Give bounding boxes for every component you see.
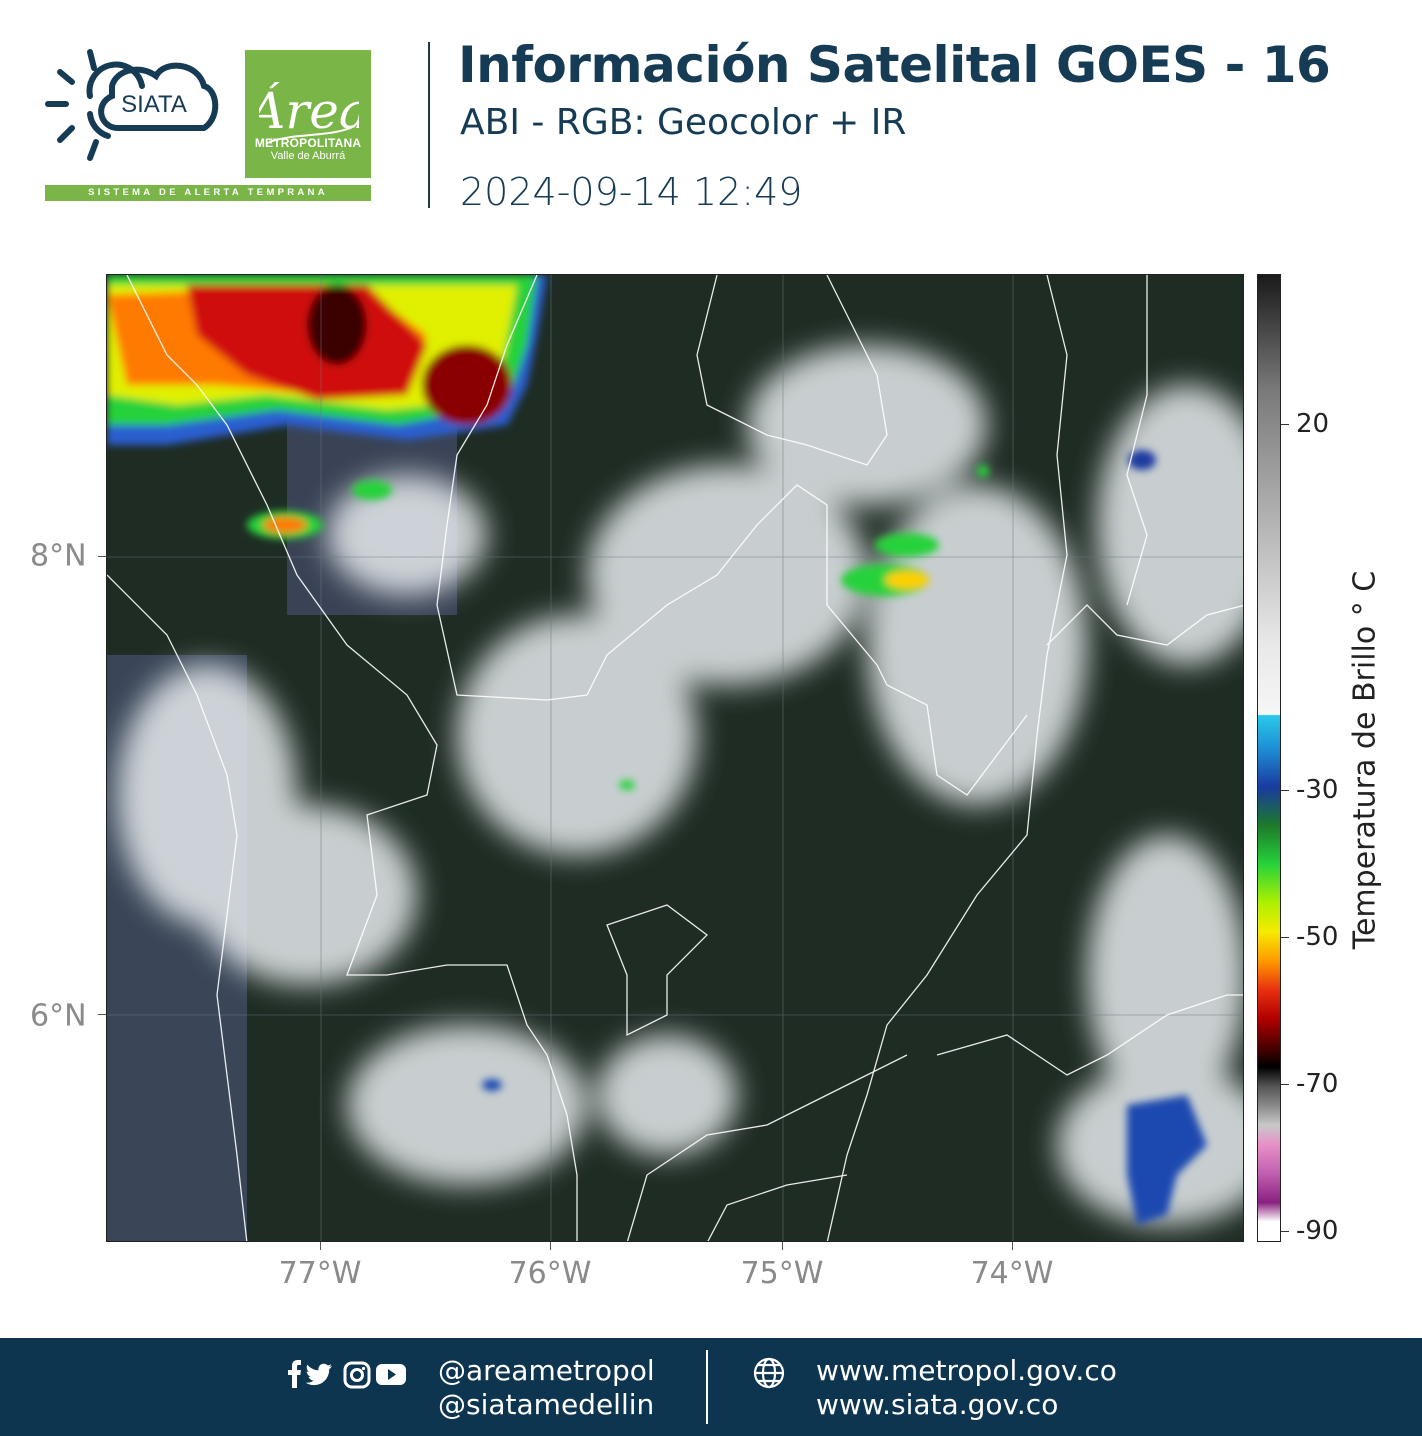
- header-divider: [428, 42, 430, 208]
- colorbar-label: -90: [1296, 1216, 1339, 1246]
- facebook-icon[interactable]: [288, 1360, 301, 1388]
- footer-handle-siata[interactable]: @siatamedellin: [438, 1388, 654, 1421]
- svg-text:Área: Área: [259, 81, 359, 140]
- footer-url-metropol[interactable]: www.metropol.gov.co: [816, 1354, 1117, 1387]
- y-tick-mark: [98, 556, 106, 557]
- temperature-colorbar: [1257, 274, 1281, 1242]
- instagram-icon[interactable]: [343, 1361, 371, 1389]
- colorbar-title: Temperatura de Brillo ° C: [1347, 570, 1383, 950]
- social-icons: [288, 1360, 406, 1389]
- satellite-image: [107, 275, 1243, 1241]
- colorbar-label: -50: [1296, 922, 1339, 952]
- page-title: Información Satelital GOES - 16: [458, 36, 1331, 94]
- siata-logo: SIATA: [45, 49, 219, 161]
- footer-url-siata[interactable]: www.siata.gov.co: [816, 1388, 1058, 1421]
- footer-handle-area[interactable]: @areametropol: [438, 1354, 655, 1387]
- y-tick-label: 8°N: [30, 538, 87, 574]
- x-tick-mark: [550, 1242, 551, 1250]
- colorbar-tick: [1281, 790, 1289, 791]
- image-datetime: 2024-09-14 12:49: [460, 170, 803, 214]
- colorbar-tick: [1281, 937, 1289, 938]
- siata-tagline: SISTEMA DE ALERTA TEMPRANA: [45, 185, 371, 201]
- x-tick-mark: [782, 1242, 783, 1250]
- youtube-icon[interactable]: [376, 1364, 406, 1385]
- x-tick-label: 75°W: [740, 1256, 824, 1291]
- globe-icon: [753, 1357, 785, 1389]
- siata-wordmark: SIATA: [121, 91, 187, 118]
- twitter-icon[interactable]: [305, 1363, 332, 1386]
- x-tick-label: 74°W: [970, 1256, 1054, 1291]
- colorbar-label: 20: [1296, 409, 1330, 439]
- page-subtitle: ABI - RGB: Geocolor + IR: [460, 102, 907, 143]
- y-tick-mark: [98, 1014, 106, 1015]
- colorbar-tick: [1281, 1231, 1289, 1232]
- x-tick-label: 76°W: [508, 1256, 592, 1291]
- area-line2: Valle de Aburrá: [270, 150, 346, 162]
- x-tick-label: 77°W: [278, 1256, 362, 1291]
- area-metropolitana-logo: Área METROPOLITANA Valle de Aburrá: [245, 50, 371, 178]
- colorbar-tick: [1281, 424, 1289, 425]
- footer-bar: @areametropol @siatamedellin www.metropo…: [0, 1338, 1422, 1436]
- x-tick-mark: [320, 1242, 321, 1250]
- y-tick-label: 6°N: [30, 998, 87, 1034]
- colorbar-label: -30: [1296, 775, 1339, 805]
- x-tick-mark: [1012, 1242, 1013, 1250]
- colorbar-label: -70: [1296, 1069, 1339, 1099]
- footer-divider: [706, 1350, 708, 1424]
- satellite-map: [106, 274, 1244, 1242]
- colorbar-tick: [1281, 1084, 1289, 1085]
- area-line1: METROPOLITANA: [254, 136, 362, 150]
